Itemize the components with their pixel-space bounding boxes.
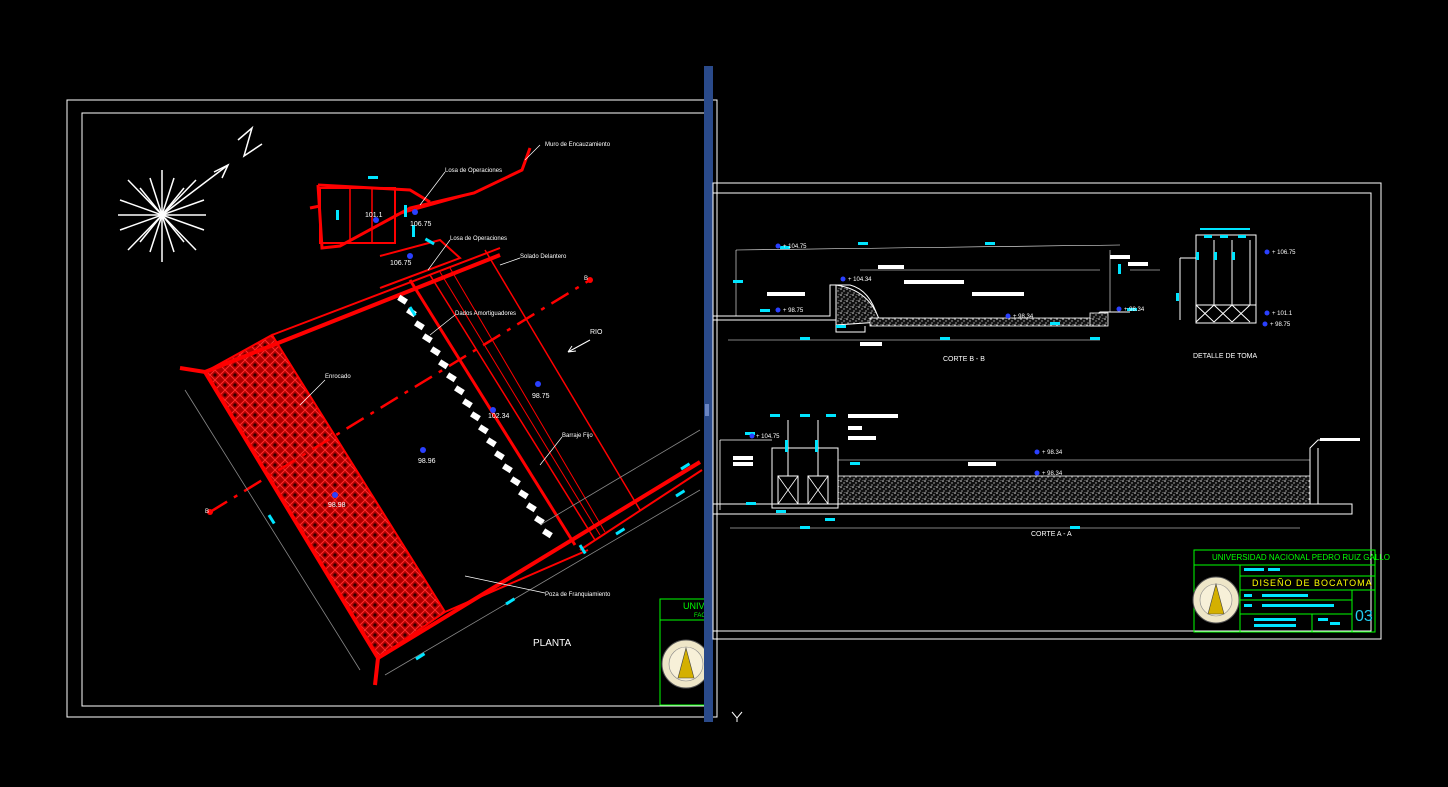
- aa-elev-98-34-a: + 98.34: [1042, 450, 1063, 456]
- label-losa-operaciones-1: Losa de Operaciones: [445, 168, 502, 174]
- corte-a-a: + 104.75 + 98.34 + 98.34 CORTE A - A: [713, 414, 1360, 538]
- detalle-de-toma: + 106.75 + 101.1 + 98.75 DETALLE DE TOMA: [1176, 228, 1296, 360]
- corte-b-b: + 104.75 + 104.34 + 98.75 + 98.34 + 98.3…: [713, 242, 1160, 363]
- bb-elev-98-34-a: + 98.34: [1013, 314, 1034, 320]
- plan-title-block: UNIV FAC: [659, 598, 711, 706]
- bb-elev-98-34-b: + 98.34: [1124, 307, 1145, 313]
- label-enrocado: Enrocado: [325, 374, 351, 380]
- bb-elev-98-75: + 98.75: [783, 308, 804, 314]
- section-marker-b-left: B: [205, 509, 209, 515]
- detalle-toma-title: DETALLE DE TOMA: [1193, 353, 1258, 360]
- toma-elev-101-1: + 101.1: [1272, 311, 1293, 317]
- label-poza-franquiamiento: Poza de Franquiamiento: [545, 592, 611, 598]
- elev-98-98: 98.98: [328, 502, 346, 509]
- tb-university: UNIVERSIDAD NACIONAL PEDRO RUIZ GALLO: [1212, 553, 1390, 562]
- label-muro-encauzamiento: Muro de Encauzamiento: [545, 142, 611, 148]
- label-rio: RIO: [590, 329, 603, 336]
- corte-b-b-title: CORTE B - B: [943, 356, 985, 363]
- plan-tb-university: UNIV: [683, 601, 705, 611]
- bb-elev-104-75: + 104.75: [783, 244, 807, 250]
- label-barraje-fijo: Barraje Fijo: [562, 433, 593, 439]
- elev-106-75-a: 106.75: [410, 221, 432, 228]
- elev-98-75: 98.75: [532, 393, 550, 400]
- baffle-blocks: [397, 294, 553, 539]
- tb-sheet-number: 03: [1355, 608, 1373, 625]
- elev-101-1: 101.1: [365, 212, 383, 219]
- elev-102-34: 102.34: [488, 413, 510, 420]
- university-seal-icon: [661, 639, 711, 689]
- title-block: UNIVERSIDAD NACIONAL PEDRO RUIZ GALLO DI…: [1192, 549, 1390, 633]
- elev-106-75-b: 106.75: [390, 260, 412, 267]
- section-marker-b-right: B: [584, 276, 588, 282]
- viewport-divider-grip[interactable]: [705, 404, 709, 416]
- university-seal-icon: [1192, 576, 1240, 624]
- enrocado-area: [203, 333, 447, 660]
- north-arrow-icon: [118, 125, 263, 262]
- bb-elev-104-34: + 104.34: [848, 277, 872, 283]
- sections-sheet: + 104.75 + 104.34 + 98.75 + 98.34 + 98.3…: [712, 182, 1390, 640]
- label-dados-amortiguadores: Dados Amortiguadores: [455, 311, 516, 317]
- weir-plan: [179, 144, 703, 686]
- elev-98-96: 98.96: [418, 458, 436, 465]
- aa-elev-104-75: + 104.75: [756, 434, 780, 440]
- viewport-divider[interactable]: [704, 66, 713, 722]
- corte-a-a-title: CORTE A - A: [1031, 531, 1072, 538]
- aa-elev-98-34-b: + 98.34: [1042, 471, 1063, 477]
- plan-title: PLANTA: [533, 638, 571, 649]
- tb-project: DISEÑO DE BOCATOMA: [1252, 578, 1373, 588]
- ucs-icon: [731, 711, 743, 722]
- label-solado-delantero: Solado Delantero: [520, 254, 567, 260]
- label-losa-operaciones-2: Losa de Operaciones: [450, 236, 507, 242]
- toma-elev-98-75: + 98.75: [1270, 322, 1291, 328]
- plan-sheet: Muro de Encauzamiento Losa de Operacione…: [66, 99, 718, 718]
- toma-elev-106-75: + 106.75: [1272, 250, 1296, 256]
- cad-drawing-canvas[interactable]: Muro de Encauzamiento Losa de Operacione…: [0, 0, 1448, 787]
